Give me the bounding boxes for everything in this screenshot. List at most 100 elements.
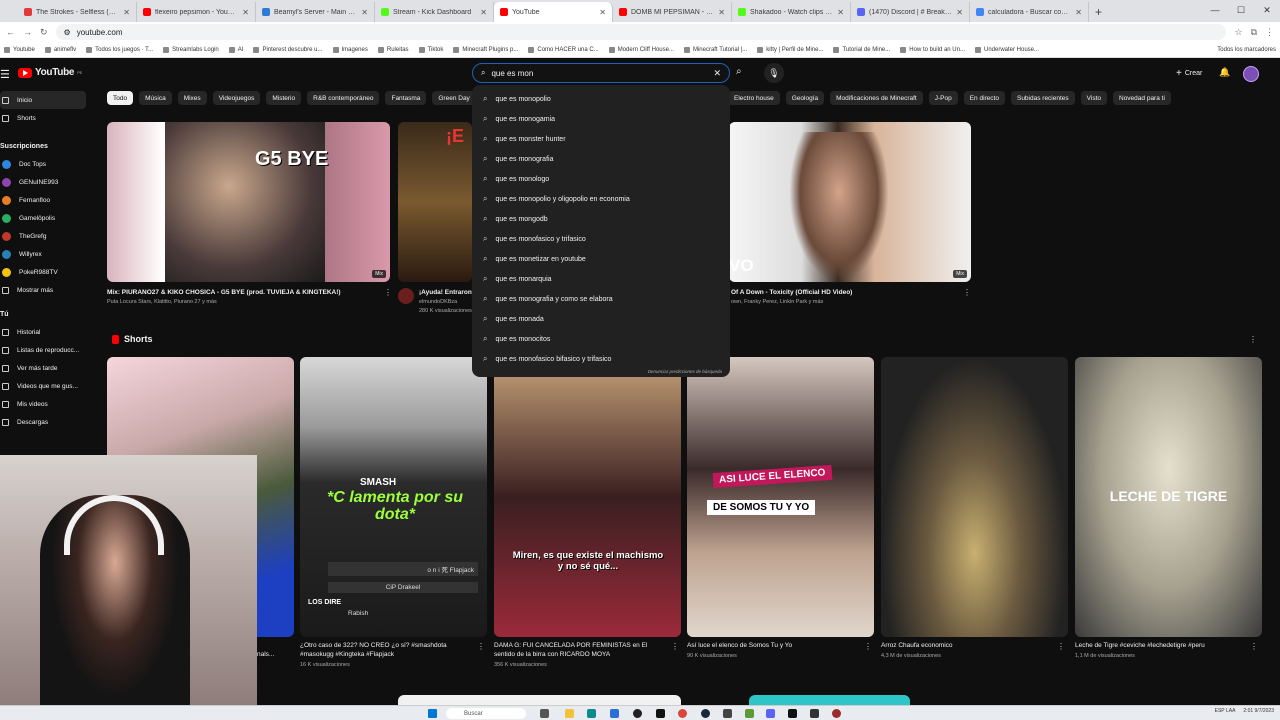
bookmark-item[interactable]: Imagenes: [332, 46, 368, 53]
tab-close-icon[interactable]: ✕: [361, 8, 368, 17]
search-suggestion[interactable]: ⌕ que es monogamia: [472, 109, 730, 129]
account-avatar[interactable]: [1243, 66, 1259, 82]
browser-tab[interactable]: Beamyl's Server - Main Page ✕: [256, 2, 375, 22]
search-suggestion[interactable]: ⌕ que es monografia y como se elabora: [472, 289, 730, 309]
short-thumbnail-4[interactable]: ASI LUCE EL ELENCO DE SOMOS TU Y YO: [687, 357, 874, 637]
bookmark-item[interactable]: animeflv: [44, 46, 76, 53]
filter-chip[interactable]: Geología: [785, 91, 825, 105]
browser-tab[interactable]: (1470) Discord | # Breaking... ✕: [851, 2, 970, 22]
voice-search-icon[interactable]: 🎙: [764, 63, 784, 83]
shorts-options-icon[interactable]: ⋮: [1249, 335, 1257, 344]
search-suggestion[interactable]: ⌕ que es monopolio: [472, 89, 730, 109]
search-suggestion[interactable]: ⌕ que es mongodb: [472, 209, 730, 229]
search-suggestion[interactable]: ⌕ que es monofasico bifasico y trifasico: [472, 349, 730, 369]
sidebar-you-item[interactable]: Descargas: [0, 413, 95, 431]
bookmark-item[interactable]: Tiktok: [418, 46, 443, 53]
filter-chip[interactable]: Todo: [107, 91, 134, 105]
short-options-icon-4[interactable]: ⋮: [864, 642, 872, 651]
filter-chip[interactable]: R&B contemporáneo: [307, 91, 380, 105]
sidebar-item-inicio[interactable]: Inicio: [0, 91, 86, 109]
bookmark-item[interactable]: AI: [228, 46, 243, 53]
sidebar-channel[interactable]: Fernanfloo: [0, 191, 95, 209]
search-suggestion[interactable]: ⌕ que es monster hunter: [472, 129, 730, 149]
sidebar-channel[interactable]: PokeR988TV: [0, 263, 95, 281]
short-title-3[interactable]: DAMA G: FUI CANCELADA POR FEMINISTAS en …: [494, 642, 647, 649]
sidebar-channel[interactable]: Willyrex: [0, 245, 95, 263]
browser-tab[interactable]: Stream - Kick Dashboard ✕: [375, 2, 494, 22]
bookmark-item[interactable]: Youtube: [4, 46, 35, 53]
filter-chip[interactable]: Novedad para ti: [1113, 91, 1171, 105]
browser-tab[interactable]: calculadora - Buscar con Google ✕: [970, 2, 1089, 22]
youtube-logo[interactable]: YouTube PE: [18, 67, 82, 78]
search-suggestion[interactable]: ⌕ que es monetizar en youtube: [472, 249, 730, 269]
app-icon[interactable]: [723, 709, 732, 718]
all-bookmarks[interactable]: Todos los marcadores: [1217, 47, 1276, 53]
bookmark-item[interactable]: Underwater House...: [974, 46, 1039, 53]
bookmark-item[interactable]: Como HACER una C...: [528, 46, 599, 53]
bookmark-item[interactable]: Minecraft Tutorial |...: [683, 46, 747, 53]
search-suggestion[interactable]: ⌕ que es monopolio y oligopolio en econom…: [472, 189, 730, 209]
browser-tab[interactable]: DOMB MI PEPSIMAN - YO... ✕: [613, 2, 732, 22]
minimize-icon[interactable]: —: [1202, 5, 1228, 15]
video-title-2[interactable]: ¡Ayuda! Entraron: [419, 289, 472, 296]
filter-chip[interactable]: Modificaciones de Minecraft: [830, 91, 923, 105]
new-tab-icon[interactable]: +: [1089, 2, 1108, 22]
sidebar-you-item[interactable]: Listas de reproducc...: [0, 341, 95, 359]
search-button-icon[interactable]: ⌕: [736, 66, 742, 77]
search-suggestion[interactable]: ⌕ que es monarquia: [472, 269, 730, 289]
bookmark-item[interactable]: Todos los juegos · T...: [86, 46, 153, 53]
task-view-icon[interactable]: [540, 709, 549, 718]
short-options-icon-5[interactable]: ⋮: [1057, 642, 1065, 651]
bookmark-item[interactable]: Pinterest descubre u...: [253, 46, 323, 53]
bookmark-item[interactable]: Modern Cliff House...: [608, 46, 674, 53]
tray-language[interactable]: ESP LAA: [1215, 708, 1236, 714]
tab-close-icon[interactable]: ✕: [718, 8, 725, 17]
extensions-icon[interactable]: ⧉: [1251, 27, 1257, 38]
short-options-icon-6[interactable]: ⋮: [1250, 642, 1258, 651]
short-thumbnail-3[interactable]: Miren, es que existe el machismo y no sé…: [494, 357, 681, 637]
video-title-3[interactable]: Of A Down - Toxicity (Official HD Video): [731, 289, 852, 296]
video-thumbnail-1[interactable]: G5 BYE Mix: [107, 122, 390, 282]
browser-tab[interactable]: YouTube ✕: [494, 2, 613, 22]
sidebar-channel[interactable]: GENuINE993: [0, 173, 95, 191]
maximize-icon[interactable]: ☐: [1228, 5, 1254, 16]
next-row-thumbnail[interactable]: [398, 695, 681, 705]
short-options-icon-3[interactable]: ⋮: [671, 642, 679, 651]
tab-close-icon[interactable]: ✕: [837, 8, 844, 17]
create-button[interactable]: + Crear: [1176, 68, 1202, 79]
next-row-thumbnail[interactable]: [749, 695, 910, 705]
short-title-3b[interactable]: sentido de la birra con RICARDO MOYA: [494, 651, 610, 658]
app-icon[interactable]: [832, 709, 841, 718]
sidebar-you-item[interactable]: Videos que me gus...: [0, 377, 95, 395]
report-predictions-link[interactable]: Denunciar predicciones de búsqueda: [648, 369, 722, 374]
filter-chip[interactable]: En directo: [963, 91, 1005, 105]
back-icon[interactable]: ←: [6, 27, 15, 37]
taskbar-search[interactable]: Buscar: [446, 708, 526, 719]
tab-close-icon[interactable]: ✕: [480, 8, 487, 17]
edge-icon[interactable]: [587, 709, 596, 718]
tab-close-icon[interactable]: ✕: [599, 8, 606, 17]
filter-chip[interactable]: J-Pop: [928, 91, 958, 105]
short-thumbnail-2[interactable]: SMASH *C lamenta por su dota* o n i 死 Fl…: [300, 357, 487, 637]
reload-icon[interactable]: ↻: [40, 27, 48, 38]
discord-icon[interactable]: [766, 709, 775, 718]
close-window-icon[interactable]: ✕: [1254, 5, 1280, 16]
site-info-icon[interactable]: ⚙: [64, 28, 71, 37]
clear-search-icon[interactable]: ✕: [713, 68, 721, 79]
short-title-2[interactable]: ¿Otro caso de 322? NO CREO ¿o sí? #smash…: [300, 642, 447, 649]
sidebar-you-item[interactable]: Ver más tarde: [0, 359, 95, 377]
sidebar-you-item[interactable]: Historial: [0, 323, 95, 341]
bookmark-item[interactable]: Streamlabs Login: [163, 46, 219, 53]
search-suggestion[interactable]: ⌕ que es monografia: [472, 149, 730, 169]
browser-tab[interactable]: The Strokes - Selfless (Lyrics + ... ✕: [18, 2, 137, 22]
video-thumbnail-3[interactable]: VO Mix: [729, 122, 971, 282]
browser-tab[interactable]: Shakadoo - Watch clips on Ki...✕: [732, 2, 851, 22]
sidebar-channel[interactable]: Doc Tops: [0, 155, 95, 173]
tray-clock[interactable]: 2:01 9/7/2023: [1243, 708, 1274, 714]
bookmark-item[interactable]: How to build an Un...: [900, 46, 965, 53]
video-options-icon-3[interactable]: ⋮: [963, 288, 971, 297]
bookmark-item[interactable]: kitty | Perfil de Mine...: [757, 46, 823, 53]
video-thumbnail-2[interactable]: ¡E: [398, 122, 472, 282]
start-icon[interactable]: [428, 709, 437, 718]
filter-chip[interactable]: Misterio: [266, 91, 302, 105]
